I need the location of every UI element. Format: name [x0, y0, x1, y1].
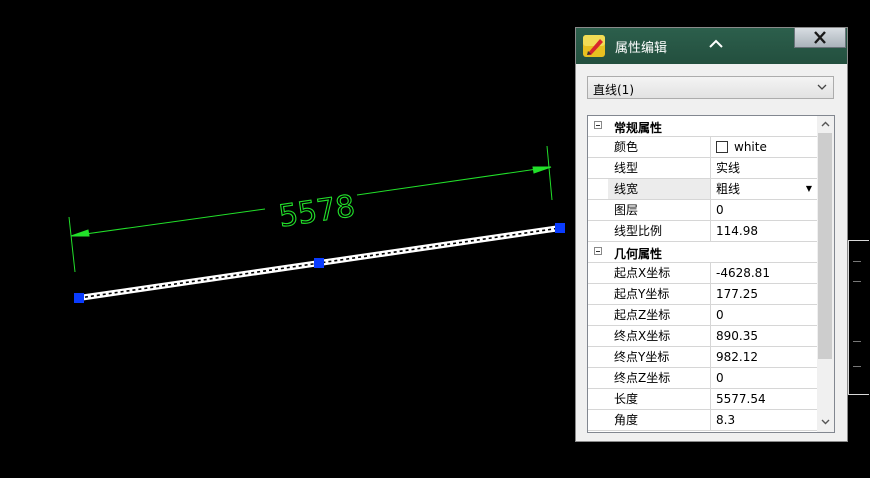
property-value[interactable]: 8.3 — [711, 410, 818, 430]
property-row-linetype[interactable]: 线型 实线 — [588, 158, 818, 179]
grip-start[interactable] — [74, 293, 84, 303]
frame-tick — [853, 281, 861, 282]
dimension-line-left — [70, 208, 266, 237]
collapse-up-icon[interactable] — [707, 36, 725, 52]
property-row-color[interactable]: 颜色 white — [588, 137, 818, 158]
panel-title: 属性编辑 — [615, 41, 668, 56]
close-icon — [814, 31, 826, 44]
property-row-end-y[interactable]: 终点Y坐标 982.12 — [588, 347, 818, 368]
dimension-extension-right — [546, 145, 553, 201]
property-name: 起点Y坐标 — [608, 284, 711, 304]
property-value-color[interactable]: white — [711, 137, 818, 157]
property-value[interactable]: 114.98 — [711, 221, 818, 241]
category-label: 常规属性 — [614, 121, 663, 135]
property-name: 线型 — [608, 158, 711, 178]
dimension-extension-left — [68, 216, 76, 273]
grip-mid[interactable] — [314, 258, 324, 268]
color-value-text: white — [734, 140, 767, 154]
property-row-end-z[interactable]: 终点Z坐标 0 — [588, 368, 818, 389]
dimension-arrow-left — [70, 229, 90, 237]
grip-end[interactable] — [555, 223, 565, 233]
property-row-length[interactable]: 长度 5577.54 — [588, 389, 818, 410]
category-label: 几何属性 — [614, 247, 663, 261]
property-name: 线宽 — [608, 179, 711, 199]
property-row-start-y[interactable]: 起点Y坐标 177.25 — [588, 284, 818, 305]
property-name: 起点Z坐标 — [608, 305, 711, 325]
category-geometry[interactable]: 几何属性 — [588, 242, 818, 263]
scroll-up-arrow-icon[interactable] — [820, 119, 831, 130]
entity-selector[interactable]: 直线(1) — [587, 76, 834, 99]
property-value[interactable]: 0 — [711, 305, 818, 325]
property-value[interactable]: 982.12 — [711, 347, 818, 367]
property-value[interactable]: 177.25 — [711, 284, 818, 304]
entity-selector-value: 直线(1) — [593, 83, 634, 97]
property-row-start-z[interactable]: 起点Z坐标 0 — [588, 305, 818, 326]
background-drawing-fragment — [848, 240, 869, 395]
dimension-line-right — [356, 166, 552, 196]
category-general[interactable]: 常规属性 — [588, 116, 818, 137]
expander-minus-icon[interactable] — [594, 247, 602, 255]
property-row-lineweight[interactable]: 线宽 粗线 ▼ — [588, 179, 818, 200]
dimension-text: 5578 — [277, 189, 358, 235]
dimension-arrow-right — [532, 166, 552, 174]
property-value[interactable]: 890.35 — [711, 326, 818, 346]
scrollbar-thumb[interactable] — [818, 133, 832, 359]
app-pencil-icon — [583, 35, 605, 57]
property-name: 终点Y坐标 — [608, 347, 711, 367]
frame-tick — [853, 366, 861, 367]
combo-dropdown-icon[interactable]: ▼ — [802, 181, 816, 197]
close-button[interactable] — [794, 28, 846, 48]
property-value[interactable]: 实线 — [711, 158, 818, 178]
property-panel: 属性编辑 直线(1) 常规属性 颜色 white 线型 实线 线宽 粗线 ▼ 图… — [575, 27, 848, 442]
property-value[interactable]: 0 — [711, 368, 818, 388]
property-value[interactable]: -4628.81 — [711, 263, 818, 283]
property-name: 终点X坐标 — [608, 326, 711, 346]
frame-tick — [853, 341, 861, 342]
panel-header[interactable]: 属性编辑 — [576, 28, 847, 64]
chevron-down-icon — [817, 84, 827, 90]
property-name: 图层 — [608, 200, 711, 220]
frame-tick — [853, 261, 861, 262]
property-name: 线型比例 — [608, 221, 711, 241]
property-row-start-x[interactable]: 起点X坐标 -4628.81 — [588, 263, 818, 284]
property-name: 长度 — [608, 389, 711, 409]
property-name: 起点X坐标 — [608, 263, 711, 283]
property-name: 颜色 — [608, 137, 711, 157]
lineweight-value-text: 粗线 — [716, 182, 741, 196]
property-value[interactable]: 0 — [711, 200, 818, 220]
property-row-angle[interactable]: 角度 8.3 — [588, 410, 818, 431]
color-swatch — [716, 141, 728, 153]
property-value-lineweight[interactable]: 粗线 ▼ — [711, 179, 818, 199]
property-row-layer[interactable]: 图层 0 — [588, 200, 818, 221]
scroll-down-arrow-icon[interactable] — [820, 416, 831, 427]
property-name: 终点Z坐标 — [608, 368, 711, 388]
property-value[interactable]: 5577.54 — [711, 389, 818, 409]
expander-minus-icon[interactable] — [594, 121, 602, 129]
vertical-scrollbar[interactable] — [817, 116, 834, 432]
property-name: 角度 — [608, 410, 711, 430]
property-row-linetype-scale[interactable]: 线型比例 114.98 — [588, 221, 818, 242]
property-grid: 常规属性 颜色 white 线型 实线 线宽 粗线 ▼ 图层 0 线型比例 114… — [587, 115, 835, 433]
property-row-end-x[interactable]: 终点X坐标 890.35 — [588, 326, 818, 347]
